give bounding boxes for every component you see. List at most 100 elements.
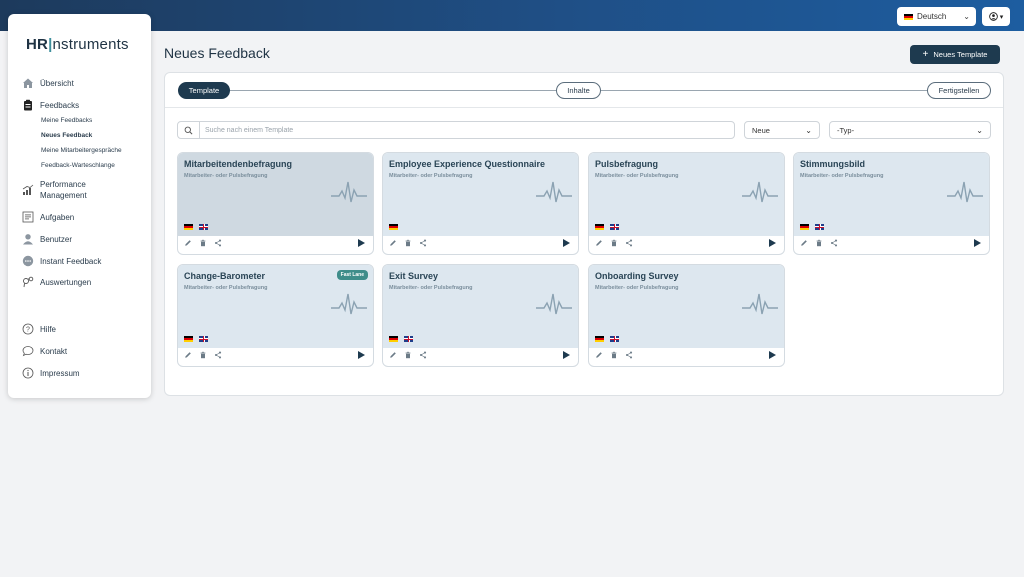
share-icon[interactable] [214, 351, 222, 359]
uk-flag-icon [199, 336, 208, 342]
template-card[interactable]: Pulsbefragung Mitarbeiter- oder Pulsbefr… [588, 152, 785, 255]
sidebar-item-benutzer[interactable]: Benutzer [22, 233, 72, 245]
sidebar-item-performance[interactable]: Performance Management [22, 179, 110, 201]
language-label: Deutsch [917, 12, 947, 21]
sidebar-item-label: Benutzer [40, 234, 73, 244]
uk-flag-icon [815, 224, 824, 230]
card-title: Mitarbeitendenbefragung [184, 159, 293, 169]
language-select[interactable]: Deutsch ⌄ [897, 7, 976, 26]
search-icon [178, 122, 200, 138]
delete-icon[interactable] [404, 351, 412, 359]
delete-icon[interactable] [610, 351, 618, 359]
user-menu-button[interactable]: ▾ [982, 7, 1010, 26]
sidebar-item-hilfe[interactable]: ? Hilfe [22, 323, 56, 335]
step-inhalte[interactable]: Inhalte [556, 82, 601, 99]
plus-icon: + [922, 49, 929, 60]
user-icon [988, 12, 998, 21]
info-icon [22, 367, 34, 379]
template-search[interactable]: Suche nach einem Template [177, 121, 735, 139]
uk-flag-icon [404, 336, 413, 342]
share-icon[interactable] [625, 239, 633, 247]
sidebar-subitem-neues-feedback[interactable]: Neues Feedback [41, 132, 92, 139]
card-subtitle: Mitarbeiter- oder Pulsbefragung [800, 173, 884, 179]
edit-icon[interactable] [389, 351, 397, 359]
sidebar-item-instant-feedback[interactable]: Instant Feedback [22, 255, 101, 267]
sidebar-item-label: Übersicht [40, 78, 74, 88]
sidebar-item-label: Feedbacks [40, 100, 80, 110]
chevron-down-icon: ⌄ [805, 125, 812, 135]
play-icon[interactable] [768, 350, 777, 360]
new-template-button[interactable]: + Neues Template [910, 45, 1000, 64]
sidebar-item-kontakt[interactable]: Kontakt [22, 345, 67, 357]
card-title: Change-Barometer [184, 271, 266, 281]
sidebar-subitem-feedback-warteschlange[interactable]: Feedback-Warteschlange [41, 162, 115, 169]
svg-text:?: ? [26, 327, 30, 334]
german-flag-icon [389, 224, 398, 230]
sidebar-item-uebersicht[interactable]: Übersicht [22, 77, 74, 89]
chart-icon [22, 184, 34, 196]
pulse-icon [742, 293, 778, 315]
pulse-icon [742, 181, 778, 203]
card-title: Stimmungsbild [800, 159, 865, 169]
sidebar-item-auswertungen[interactable]: Auswertungen [22, 276, 91, 288]
sidebar-subitem-mitarbeitergespraeche[interactable]: Meine Mitarbeitergespräche [41, 147, 122, 154]
app-logo[interactable]: HR|nstruments [26, 36, 129, 53]
template-card[interactable]: Onboarding Survey Mitarbeiter- oder Puls… [588, 264, 785, 367]
home-icon [22, 77, 34, 89]
pulse-icon [947, 181, 983, 203]
play-icon[interactable] [357, 350, 366, 360]
panel-divider [165, 107, 1003, 108]
template-card[interactable]: Change-Barometer Fast Lane Mitarbeiter- … [177, 264, 374, 367]
delete-icon[interactable] [815, 239, 823, 247]
sort-select[interactable]: Neue ⌄ [744, 121, 820, 139]
share-icon[interactable] [419, 351, 427, 359]
sidebar-item-aufgaben[interactable]: Aufgaben [22, 211, 74, 223]
sidebar-item-label: Auswertungen [40, 277, 92, 287]
chat-bubble-icon [22, 255, 34, 267]
user-icon [22, 233, 34, 245]
sidebar-item-impressum[interactable]: Impressum [22, 367, 80, 379]
sidebar-subitem-meine-feedbacks[interactable]: Meine Feedbacks [41, 117, 92, 124]
step-fertigstellen[interactable]: Fertigstellen [927, 82, 991, 99]
sidebar-item-label: Performance Management [40, 180, 87, 200]
card-subtitle: Mitarbeiter- oder Pulsbefragung [389, 285, 473, 291]
play-icon[interactable] [562, 350, 571, 360]
template-card[interactable]: Employee Experience Questionnaire Mitarb… [382, 152, 579, 255]
edit-icon[interactable] [184, 239, 192, 247]
template-card[interactable]: Mitarbeitendenbefragung Mitarbeiter- ode… [177, 152, 374, 255]
sidebar-item-label: Impressum [40, 368, 80, 378]
card-subtitle: Mitarbeiter- oder Pulsbefragung [595, 173, 679, 179]
speech-bubble-icon [22, 345, 34, 357]
template-card[interactable]: Exit Survey Mitarbeiter- oder Pulsbefrag… [382, 264, 579, 367]
edit-icon[interactable] [389, 239, 397, 247]
play-icon[interactable] [357, 238, 366, 248]
search-input[interactable]: Suche nach einem Template [205, 127, 293, 134]
delete-icon[interactable] [404, 239, 412, 247]
step-template[interactable]: Template [178, 82, 230, 99]
edit-icon[interactable] [595, 351, 603, 359]
type-select[interactable]: -Typ- ⌄ [829, 121, 991, 139]
pulse-icon [331, 293, 367, 315]
delete-icon[interactable] [199, 239, 207, 247]
card-subtitle: Mitarbeiter- oder Pulsbefragung [184, 285, 268, 291]
template-card[interactable]: Stimmungsbild Mitarbeiter- oder Pulsbefr… [793, 152, 990, 255]
sidebar-item-label: Instant Feedback [40, 256, 102, 266]
edit-icon[interactable] [184, 351, 192, 359]
german-flag-icon [800, 224, 809, 230]
delete-icon[interactable] [610, 239, 618, 247]
share-icon[interactable] [830, 239, 838, 247]
edit-icon[interactable] [800, 239, 808, 247]
share-icon[interactable] [214, 239, 222, 247]
sidebar-item-feedbacks[interactable]: Feedbacks [22, 99, 79, 111]
share-icon[interactable] [419, 239, 427, 247]
play-icon[interactable] [562, 238, 571, 248]
delete-icon[interactable] [199, 351, 207, 359]
sidebar-item-label: Hilfe [40, 324, 57, 334]
card-title: Exit Survey [389, 271, 439, 281]
play-icon[interactable] [768, 238, 777, 248]
edit-icon[interactable] [595, 239, 603, 247]
play-icon[interactable] [973, 238, 982, 248]
share-icon[interactable] [625, 351, 633, 359]
german-flag-icon [184, 336, 193, 342]
uk-flag-icon [199, 224, 208, 230]
